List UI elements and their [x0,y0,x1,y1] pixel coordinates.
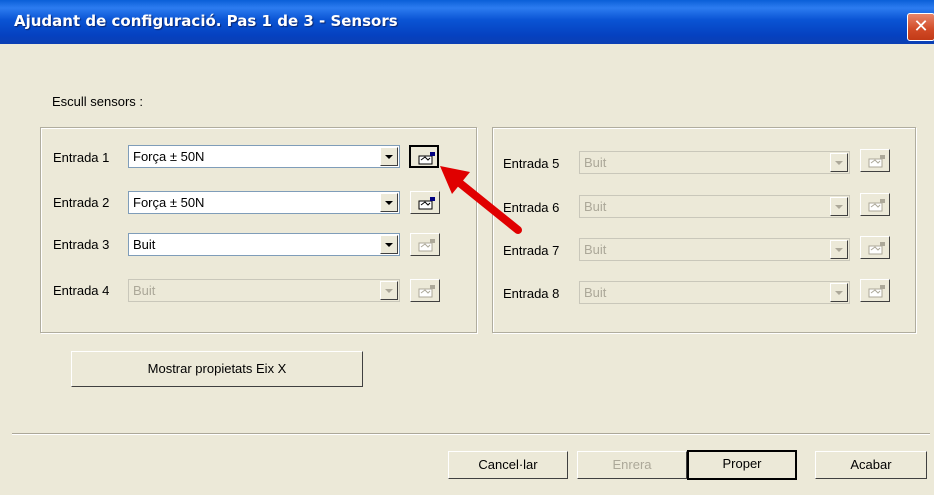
sensor-select-value: Buit [584,242,607,257]
input-label: Entrada 2 [53,195,110,210]
sensor-select-6: Buit [579,195,850,218]
chevron-down-icon[interactable] [380,147,398,166]
chevron-down-icon[interactable] [380,193,398,212]
sensor-config-button-8 [860,279,890,302]
sensor-config-icon [418,285,435,298]
annotation-arrow-icon [440,166,522,234]
sensor-config-icon [868,242,885,255]
window-title: Ajudant de configuració. Pas 1 de 3 - Se… [14,12,398,30]
sensor-select-4: Buit [128,279,400,302]
sensor-config-icon [868,285,885,298]
sensor-config-icon [418,239,435,252]
sensor-config-icon [868,155,885,168]
sensor-select-value: Buit [584,199,607,214]
sensor-select-value: Buit [133,237,156,252]
chevron-down-icon [380,281,398,300]
chevron-down-icon [830,197,848,216]
title-bar[interactable]: Ajudant de configuració. Pas 1 de 3 - Se… [0,0,934,44]
cancel-button[interactable]: Cancel·lar [448,451,568,479]
sensor-select-value: Buit [133,283,156,298]
sensor-config-button-6 [860,193,890,216]
chevron-down-icon [830,240,848,259]
chevron-down-icon [830,283,848,302]
input-label: Entrada 7 [503,243,560,258]
input-label: Entrada 1 [53,150,110,165]
finish-button[interactable]: Acabar [815,451,927,479]
sensor-config-button-7 [860,236,890,259]
sensor-select-value: Força ± 50N [133,195,205,210]
sensor-select-value: Força ± 50N [133,149,205,164]
input-label: Entrada 8 [503,286,560,301]
footer-separator [12,433,930,435]
sensor-config-button-4 [410,279,440,302]
wizard-window: Ajudant de configuració. Pas 1 de 3 - Se… [0,0,934,495]
chevron-down-icon[interactable] [380,235,398,254]
next-button[interactable]: Proper [687,450,797,480]
sensor-select-5: Buit [579,151,850,174]
section-label: Escull sensors : [52,94,144,109]
show-axis-properties-button[interactable]: Mostrar propietats Eix X [71,351,363,387]
sensor-select-2[interactable]: Força ± 50N [128,191,400,214]
sensor-select-value: Buit [584,285,607,300]
sensor-config-button-5 [860,149,890,172]
chevron-down-icon [830,153,848,172]
sensor-select-3[interactable]: Buit [128,233,400,256]
input-label: Entrada 4 [53,283,110,298]
sensor-select-1[interactable]: Força ± 50N [128,145,400,168]
back-button: Enrera [577,451,687,479]
close-icon[interactable]: ✕ [907,13,934,41]
sensor-select-7: Buit [579,238,850,261]
sensor-select-value: Buit [584,155,607,170]
sensor-select-8: Buit [579,281,850,304]
sensor-config-icon [868,199,885,212]
input-label: Entrada 3 [53,237,110,252]
